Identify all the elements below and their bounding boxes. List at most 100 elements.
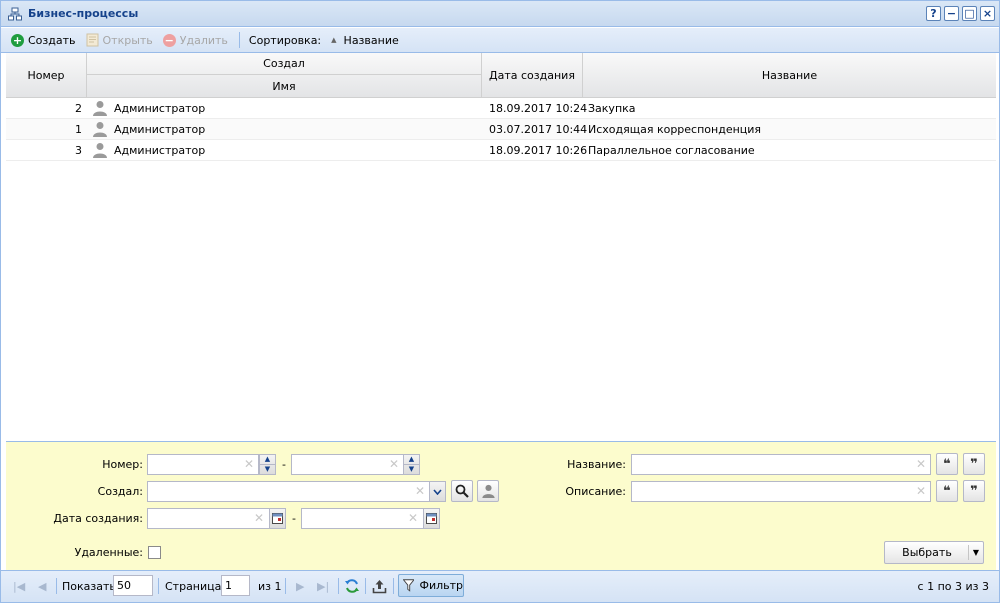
open-button[interactable]: Открыть — [82, 30, 157, 50]
refresh-button[interactable] — [344, 571, 360, 601]
cell-name: Исходящая корреспонденция — [588, 122, 762, 136]
column-header-created-date-label: Дата создания — [489, 69, 575, 82]
paging-separator — [285, 578, 286, 594]
select-button-label: Выбрать — [902, 546, 952, 559]
spin-up-icon[interactable]: ▲ — [404, 455, 419, 464]
number-to-spinner[interactable]: ▲ ▼ — [403, 454, 420, 475]
date-to-picker[interactable] — [423, 508, 440, 529]
range-dash: - — [292, 512, 296, 525]
creator-search-button[interactable] — [451, 480, 473, 502]
spin-down-icon[interactable]: ▼ — [260, 464, 275, 474]
upload-icon — [372, 579, 387, 593]
paging-separator — [393, 578, 394, 594]
name-input[interactable] — [631, 454, 931, 475]
chevron-down-icon — [433, 488, 442, 495]
cell-creator: Администратор — [93, 119, 205, 139]
column-header-created-date[interactable]: Дата создания — [482, 53, 583, 98]
creator-combo-input[interactable] — [147, 481, 430, 502]
user-icon — [93, 122, 107, 137]
cell-date: 18.09.2017 10:26 — [489, 143, 588, 157]
minimize-button[interactable]: − — [944, 6, 959, 21]
delete-button[interactable]: − Удалить — [159, 30, 232, 50]
user-icon — [93, 101, 107, 116]
creator-name: Администратор — [114, 143, 206, 157]
create-label: Создать — [28, 33, 76, 47]
delete-label: Удалить — [179, 33, 228, 47]
prev-page-button[interactable]: ◀ — [38, 571, 46, 601]
cell-date: 18.09.2017 10:24 — [489, 101, 588, 115]
name-filter-label: Название: — [567, 458, 626, 471]
user-icon — [93, 143, 107, 158]
name-exact-match-button[interactable]: ❝ — [936, 453, 958, 475]
date-from-picker[interactable] — [269, 508, 286, 529]
open-label: Открыть — [102, 33, 153, 47]
first-page-icon: |◀ — [13, 579, 26, 593]
table-row[interactable]: 2 Администратор 18.09.2017 10:24 Закупка — [6, 98, 996, 119]
sort-field-button[interactable]: ▲ Название — [327, 30, 403, 50]
description-filter-label: Описание: — [565, 485, 626, 498]
calendar-icon — [426, 513, 437, 524]
description-partial-match-button[interactable]: ❞ — [963, 480, 985, 502]
create-button[interactable]: + Создать — [7, 30, 80, 50]
column-header-creator-name-label: Имя — [272, 80, 296, 93]
refresh-icon — [345, 579, 359, 593]
column-header-number[interactable]: Номер — [6, 53, 87, 98]
clear-icon[interactable]: ✕ — [408, 511, 418, 525]
toolbar-separator — [238, 32, 240, 48]
date-to-input[interactable] — [301, 508, 424, 529]
filter-panel: Номер: ✕ ▲ ▼ - ✕ ▲ ▼ Создал: ✕ Дата создан… — [6, 441, 996, 570]
funnel-icon — [403, 579, 415, 592]
clear-icon[interactable]: ✕ — [244, 457, 254, 471]
date-from-input[interactable] — [147, 508, 270, 529]
description-exact-match-button[interactable]: ❝ — [936, 480, 958, 502]
close-button[interactable]: × — [980, 6, 995, 21]
creator-pick-user-button[interactable] — [477, 480, 499, 502]
spin-up-icon[interactable]: ▲ — [260, 455, 275, 464]
filter-toggle-label: Фильтр — [419, 579, 463, 592]
table-row[interactable]: 3 Администратор 18.09.2017 10:26 Паралле… — [6, 140, 996, 161]
spin-down-icon[interactable]: ▼ — [404, 464, 419, 474]
quote-open-icon: ❝ — [943, 483, 951, 499]
sort-asc-icon: ▲ — [331, 36, 337, 44]
column-header-number-label: Номер — [27, 69, 65, 82]
last-page-icon: ▶| — [317, 579, 330, 593]
page-size-input[interactable] — [113, 575, 153, 596]
name-partial-match-button[interactable]: ❞ — [963, 453, 985, 475]
user-icon — [481, 484, 495, 498]
sort-label-text: Сортировка: — [248, 33, 322, 47]
maximize-button[interactable]: □ — [962, 6, 977, 21]
creator-dropdown-trigger[interactable] — [429, 481, 446, 502]
quote-close-icon: ❞ — [970, 483, 978, 499]
page-count-label: из 1 — [258, 579, 282, 593]
cell-name: Закупка — [588, 101, 636, 115]
number-from-spinner[interactable]: ▲ ▼ — [259, 454, 276, 475]
export-button[interactable] — [372, 571, 387, 601]
clear-icon[interactable]: ✕ — [916, 484, 926, 498]
select-split-button[interactable]: Выбрать ▼ — [884, 541, 984, 564]
clear-icon[interactable]: ✕ — [389, 457, 399, 471]
cell-date: 03.07.2017 10:44 — [489, 122, 588, 136]
help-button[interactable]: ? — [926, 6, 941, 21]
number-from-input[interactable] — [147, 454, 259, 475]
first-page-button[interactable]: |◀ — [13, 571, 25, 601]
date-filter-label: Дата создания: — [53, 512, 143, 525]
clear-icon[interactable]: ✕ — [254, 511, 264, 525]
number-to-input[interactable] — [291, 454, 404, 475]
column-header-name[interactable]: Название — [583, 53, 996, 98]
process-tree-icon — [8, 7, 22, 21]
page-number-input[interactable] — [221, 575, 250, 596]
clear-icon[interactable]: ✕ — [415, 484, 425, 498]
column-header-creator-name[interactable]: Имя — [87, 75, 482, 98]
document-icon — [86, 33, 98, 47]
next-page-button[interactable]: ▶ — [296, 571, 304, 601]
description-input[interactable] — [631, 481, 931, 502]
table-row[interactable]: 1 Администратор 03.07.2017 10:44 Исходящ… — [6, 119, 996, 140]
business-processes-window: Бизнес-процессы ? − □ × + Создать Открыт… — [0, 0, 1000, 603]
title-bar[interactable]: Бизнес-процессы ? − □ × — [1, 1, 999, 27]
last-page-button[interactable]: ▶| — [317, 571, 329, 601]
deleted-checkbox[interactable] — [148, 546, 161, 559]
cell-number: 1 — [75, 122, 82, 136]
filter-toggle-button[interactable]: Фильтр — [398, 574, 464, 597]
dropdown-arrow-icon[interactable]: ▼ — [968, 545, 983, 560]
clear-icon[interactable]: ✕ — [916, 457, 926, 471]
